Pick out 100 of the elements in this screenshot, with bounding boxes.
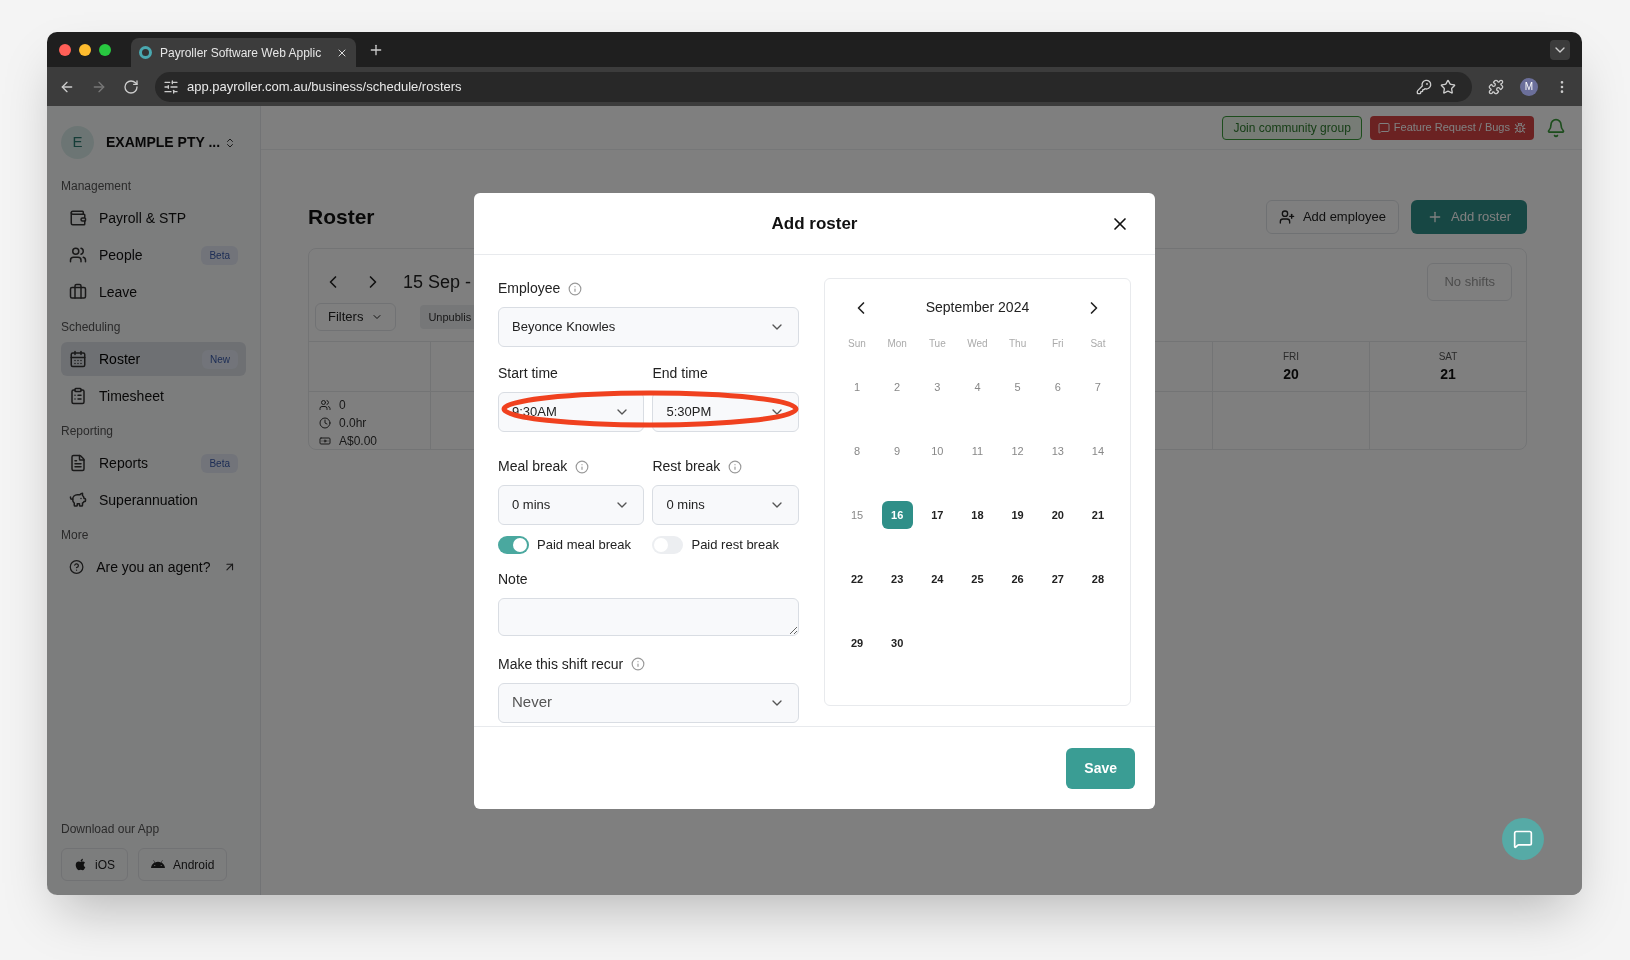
nav-badge: Beta xyxy=(201,453,238,473)
add-employee-button[interactable]: Add employee xyxy=(1265,200,1399,234)
month-title: September 2024 xyxy=(925,298,1030,317)
close-window-icon[interactable] xyxy=(59,43,71,56)
nav-item[interactable]: Roster New xyxy=(61,342,246,376)
user-plus-icon xyxy=(1278,209,1295,225)
page-title: Roster xyxy=(308,204,375,231)
calendar-day[interactable]: 19 xyxy=(1002,501,1034,529)
money-icon xyxy=(319,435,331,447)
calendar-day[interactable]: 30 xyxy=(881,629,913,657)
address-bar[interactable]: app.payroller.com.au/business/schedule/rosters xyxy=(155,71,1472,102)
toggle-label: Paid meal break xyxy=(537,536,631,554)
save-button[interactable]: Save xyxy=(1066,747,1135,789)
staff-icon xyxy=(319,399,331,411)
weekday-header: Wed xyxy=(966,337,989,351)
minimize-window-icon[interactable] xyxy=(79,43,91,56)
notification-bell-icon[interactable] xyxy=(1546,117,1566,138)
key-icon[interactable] xyxy=(1416,78,1432,95)
employee-select[interactable]: Beyonce Knowles xyxy=(498,307,799,347)
plus-icon xyxy=(1427,209,1443,225)
browser-tab[interactable]: Payroller Software Web Applic xyxy=(131,38,356,67)
meal-break-select[interactable]: 0 mins xyxy=(498,485,645,525)
section-heading: Scheduling xyxy=(61,319,122,336)
reload-icon[interactable] xyxy=(123,78,139,95)
weekday-header: Sat xyxy=(1089,337,1107,351)
bookmark-star-icon[interactable] xyxy=(1440,78,1456,95)
tab-list-icon[interactable] xyxy=(1550,39,1570,60)
field-label: Start time xyxy=(498,364,558,383)
note-field[interactable] xyxy=(498,597,799,636)
nav-item[interactable]: Leave xyxy=(61,275,246,309)
info-icon[interactable] xyxy=(568,281,583,296)
zoom-window-icon[interactable] xyxy=(99,43,111,56)
calendar-day[interactable]: 18 xyxy=(961,501,993,529)
nav-item[interactable]: Payroll & STP xyxy=(61,201,246,235)
community-button[interactable]: Join community group xyxy=(1222,115,1362,140)
field-label: End time xyxy=(652,364,708,383)
field-label: Note xyxy=(498,569,528,589)
day-number: 20 xyxy=(1283,364,1299,384)
section-heading: Reporting xyxy=(61,423,115,440)
info-icon[interactable] xyxy=(631,657,646,671)
calendar-day[interactable]: 27 xyxy=(1042,565,1074,593)
download-heading: Download our App xyxy=(61,821,161,838)
nav-icon xyxy=(69,558,85,576)
calendar-day[interactable]: 28 xyxy=(1082,565,1114,593)
nav-icon xyxy=(69,387,87,405)
profile-avatar[interactable]: M xyxy=(1520,77,1538,96)
field-label: Employee xyxy=(498,279,561,298)
dialog-title: Add roster xyxy=(771,212,858,235)
calendar-day[interactable]: 20 xyxy=(1042,501,1074,529)
day-number: 21 xyxy=(1440,364,1456,384)
weekday-header: Thu xyxy=(1008,337,1028,351)
section-heading: More xyxy=(61,527,90,544)
app-store-button[interactable]: iOS xyxy=(61,848,128,881)
calendar-day[interactable]: 24 xyxy=(921,565,953,593)
app-store-button[interactable]: Android xyxy=(138,848,228,881)
info-icon[interactable] xyxy=(575,459,590,474)
toggle-label: Paid rest break xyxy=(691,536,779,554)
nav-icon xyxy=(69,350,87,368)
nav-icon xyxy=(69,491,87,509)
toggle-switch[interactable] xyxy=(498,535,529,554)
nav-icon xyxy=(69,283,87,301)
calendar-day[interactable]: 22 xyxy=(841,565,873,593)
calendar-day[interactable]: 16 xyxy=(881,501,913,529)
org-switcher[interactable]: EXAMPLE PTY ... xyxy=(106,132,221,153)
nav-item[interactable]: People Beta xyxy=(61,238,246,272)
field-label: Make this shift recur xyxy=(498,654,624,674)
field-label: Rest break xyxy=(652,457,721,476)
apple-icon xyxy=(74,858,87,871)
calendar-day[interactable]: 25 xyxy=(961,565,993,593)
calendar-day[interactable]: 21 xyxy=(1082,501,1114,529)
weekday-label: SAT xyxy=(1438,349,1458,364)
nav-icon xyxy=(69,209,87,227)
calendar-day[interactable]: 23 xyxy=(881,565,913,593)
site-favicon xyxy=(139,46,152,59)
extensions-icon[interactable] xyxy=(1488,78,1504,95)
chat-launcher[interactable] xyxy=(1502,818,1544,860)
nav-badge: Beta xyxy=(201,245,238,265)
cost-total: A$0.00 xyxy=(339,433,378,450)
site-settings-icon[interactable] xyxy=(163,78,179,95)
weekday-header: Sun xyxy=(847,337,867,351)
clock-icon xyxy=(319,417,331,429)
nav-item[interactable]: Superannuation xyxy=(61,483,246,517)
calendar-day[interactable]: 29 xyxy=(841,629,873,657)
rest-break-select[interactable]: 0 mins xyxy=(652,485,799,525)
calendar-day[interactable]: 17 xyxy=(921,501,953,529)
nav-item[interactable]: Timesheet xyxy=(61,379,246,413)
feature-request-button[interactable]: Feature Request / Bugs xyxy=(1369,115,1534,140)
nav-item[interactable]: Reports Beta xyxy=(61,446,246,480)
filters-button[interactable]: Filters xyxy=(315,303,397,331)
recur-select[interactable]: Never xyxy=(498,682,799,723)
weekday-header: Fri xyxy=(1050,337,1065,351)
nav-badge: New xyxy=(202,349,238,369)
bug-icon xyxy=(1514,121,1526,134)
section-heading: Management xyxy=(61,178,133,195)
date-range: 15 Sep - xyxy=(403,270,472,294)
info-icon[interactable] xyxy=(728,459,743,474)
add-roster-button[interactable]: Add roster xyxy=(1411,200,1527,234)
nav-item[interactable]: Are you an agent? xyxy=(61,550,246,584)
calendar-day[interactable]: 26 xyxy=(1002,565,1034,593)
hours-total: 0.0hr xyxy=(339,415,367,432)
